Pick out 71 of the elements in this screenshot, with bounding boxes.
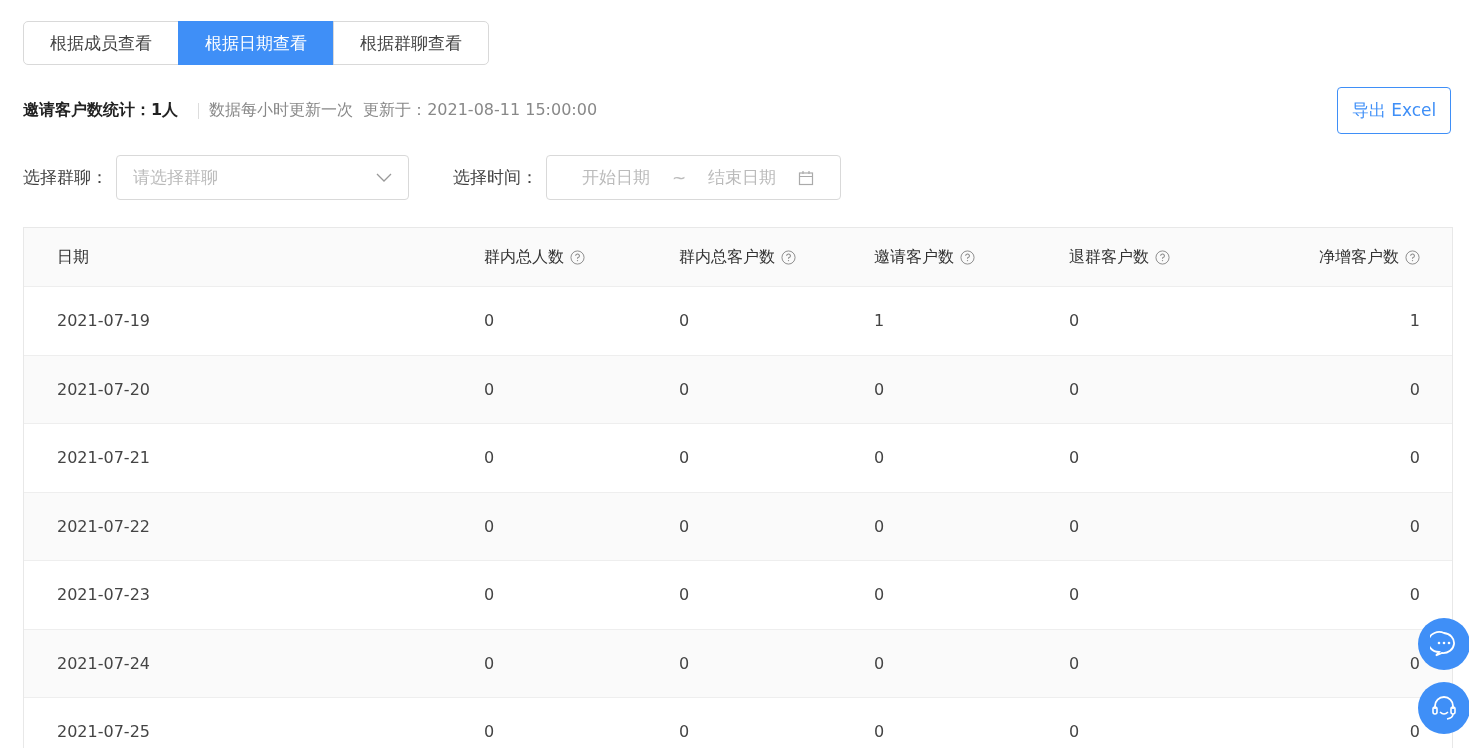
table-cell-text: 0 [483, 722, 496, 742]
view-tab[interactable]: 根据成员查看 [23, 21, 179, 65]
table-cell-text: 2021-07-24 [56, 653, 151, 673]
table-cell-text: 0 [873, 379, 886, 399]
table-cell-text: 0 [873, 516, 886, 536]
table-cell-text: 0 [1068, 448, 1081, 468]
table-cell-text: 0 [1068, 311, 1081, 331]
table-cell-text: 0 [483, 585, 496, 605]
table-cell-text: 0 [483, 448, 496, 468]
view-tab[interactable]: 根据日期查看 [178, 21, 334, 65]
table-cell-text: 2021-07-20 [56, 379, 151, 399]
table-cell-text: 2021-07-19 [56, 311, 151, 331]
table-cell-text: 0 [483, 516, 496, 536]
table-cell-text: 1 [873, 311, 886, 331]
column-header: 邀请客户数 [874, 246, 954, 268]
summary-label: 邀请客户数统计： [23, 100, 151, 121]
table-cell-text: 0 [678, 585, 691, 605]
table-cell-text: 0 [873, 585, 886, 605]
headset-icon [1430, 694, 1458, 722]
help-icon [1405, 249, 1420, 265]
help-icon [570, 249, 585, 265]
help-icon [1155, 249, 1170, 265]
table-cell-text: 0 [873, 448, 886, 468]
table-cell-text: 0 [483, 379, 496, 399]
table-cell-text: 0 [1068, 585, 1081, 605]
table-cell-text: 2021-07-23 [56, 585, 151, 605]
export-button[interactable]: 导出 Excel [1337, 87, 1451, 134]
table-cell-text: 0 [1408, 379, 1421, 399]
filter-label: 选择时间： [453, 166, 538, 189]
table-cell-text: 1 [1408, 311, 1421, 331]
summary-value: 1人 [151, 100, 179, 121]
column-header: 日期 [57, 246, 89, 268]
table-cell-text: 0 [678, 379, 691, 399]
table-cell-text: 0 [678, 516, 691, 536]
group-select[interactable]: 请选择群聊 [116, 155, 409, 200]
update-time: 更新于：2021-08-11 15:00:00 [363, 100, 598, 121]
table-cell-text: 0 [1408, 516, 1421, 536]
table-cell-text: 0 [1068, 653, 1081, 673]
table-cell-text: 2021-07-21 [56, 448, 151, 468]
table-cell-text: 0 [1408, 448, 1421, 468]
table-cell-text: 0 [873, 722, 886, 742]
table-cell-text: 0 [1068, 379, 1081, 399]
view-tab[interactable]: 根据群聊查看 [333, 21, 489, 65]
table-cell-text: 0 [873, 653, 886, 673]
date-range-field[interactable]: 开始日期 ~ 结束日期 [546, 155, 841, 200]
table-cell-text: 0 [1068, 722, 1081, 742]
column-header: 退群客户数 [1069, 246, 1149, 268]
column-header: 净增客户数 [1319, 246, 1399, 268]
table-cell-text: 0 [1408, 722, 1421, 742]
chevron-down-icon [376, 172, 392, 183]
support-button[interactable] [1418, 682, 1469, 734]
chat-bubble-icon [1430, 630, 1458, 658]
table-cell-text: 0 [1408, 653, 1421, 673]
help-icon [781, 249, 796, 265]
table-cell-text: 2021-07-25 [56, 722, 151, 742]
table-cell-text: 0 [678, 722, 691, 742]
table-cell-text: 2021-07-22 [56, 516, 151, 536]
table-cell-text: 0 [678, 653, 691, 673]
update-note: 数据每小时更新一次 [209, 100, 354, 121]
help-icon [960, 249, 975, 265]
table-cell-text: 0 [483, 311, 496, 331]
table-cell-text: 0 [1068, 516, 1081, 536]
calendar-icon [798, 169, 815, 186]
table-cell-text: 0 [678, 311, 691, 331]
table-cell-text: 0 [678, 448, 691, 468]
table-cell-text: 0 [1408, 585, 1421, 605]
column-header: 群内总客户数 [679, 246, 775, 268]
chat-button[interactable] [1418, 618, 1469, 670]
filter-label: 选择群聊： [23, 166, 108, 189]
table-cell-text: 0 [483, 653, 496, 673]
column-header: 群内总人数 [484, 246, 564, 268]
